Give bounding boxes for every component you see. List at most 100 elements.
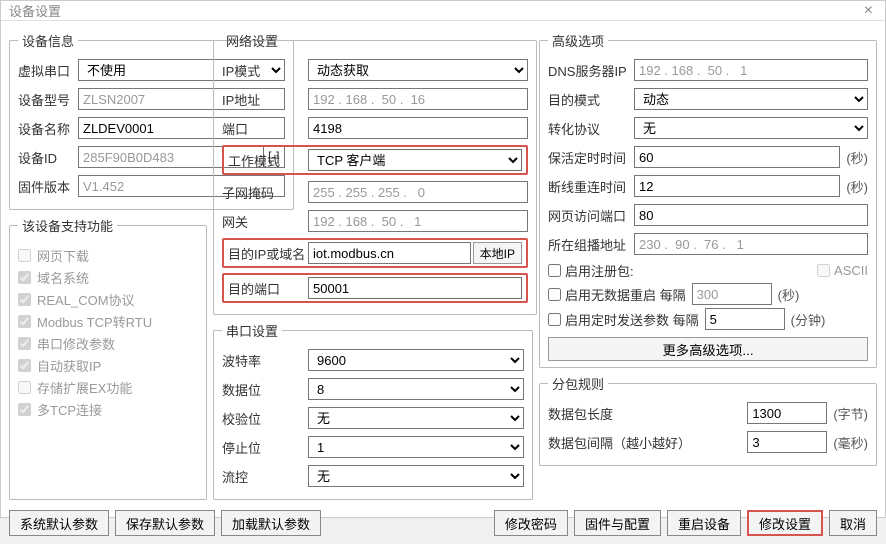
device-id-label: 设备ID: [18, 148, 78, 167]
features-legend: 该设备支持功能: [18, 216, 117, 235]
feature-storage-ex: [18, 381, 31, 394]
device-name-label: 设备名称: [18, 119, 78, 138]
port-label: 端口: [222, 119, 308, 138]
sys-default-button[interactable]: 系统默认参数: [9, 510, 109, 536]
proto-label: 转化协议: [548, 119, 634, 138]
reconnect-field[interactable]: [634, 175, 840, 197]
feature-auto-ip: [18, 359, 31, 372]
baud-label: 波特率: [222, 351, 308, 370]
reg-pkt-checkbox[interactable]: [548, 264, 561, 277]
settings-window: 设备设置 × 设备信息 虚拟串口 不使用 设备型号 设备名称: [0, 0, 886, 518]
work-mode-label: 工作模式: [228, 151, 308, 170]
nodata-label: 启用无数据重启 每隔: [565, 285, 686, 304]
window-title: 设备设置: [9, 1, 61, 20]
ip-addr-label: IP地址: [222, 90, 308, 109]
feature-web-download: [18, 249, 31, 262]
packet-interval-field[interactable]: [747, 431, 827, 453]
timed-label: 启用定时发送参数 每隔: [565, 310, 699, 329]
ascii-checkbox: [817, 264, 830, 277]
packet-legend: 分包规则: [548, 374, 608, 393]
databits-select[interactable]: 8: [308, 378, 524, 400]
bottom-toolbar: 系统默认参数 保存默认参数 加载默认参数 修改密码 固件与配置 重启设备 修改设…: [1, 506, 885, 544]
title-bar: 设备设置 ×: [1, 1, 885, 21]
stopbits-label: 停止位: [222, 438, 308, 457]
gateway-field: [308, 210, 528, 232]
ip-mode-select[interactable]: 动态获取: [308, 59, 528, 81]
keepalive-field[interactable]: [634, 146, 840, 168]
nodata-unit: (秒): [778, 285, 800, 304]
timed-checkbox[interactable]: [548, 313, 561, 326]
more-advanced-button[interactable]: 更多高级选项...: [548, 337, 868, 361]
flow-select[interactable]: 无: [308, 465, 524, 487]
network-group: 网络设置 IP模式 动态获取 IP地址 端口 工作模式 TCP 客户端: [213, 31, 537, 315]
gateway-label: 网关: [222, 212, 308, 231]
serial-legend: 串口设置: [222, 321, 282, 340]
feature-modbus: [18, 315, 31, 328]
dest-ip-field[interactable]: [308, 242, 471, 264]
features-group: 该设备支持功能 网页下载 域名系统 REAL_COM协议 Modbus TCP转…: [9, 216, 207, 500]
timed-unit: (分钟): [791, 310, 826, 329]
reconnect-unit: (秒): [846, 177, 868, 196]
databits-label: 数据位: [222, 380, 308, 399]
firmware-cfg-button[interactable]: 固件与配置: [574, 510, 661, 536]
packet-group: 分包规则 数据包长度 (字节) 数据包间隔（越小越好） (毫秒): [539, 374, 877, 466]
nodata-checkbox[interactable]: [548, 288, 561, 301]
flow-label: 流控: [222, 467, 308, 486]
close-icon[interactable]: ×: [860, 2, 877, 20]
dns-label: DNS服务器IP: [548, 61, 634, 80]
packet-interval-label: 数据包间隔（越小越好）: [548, 433, 747, 452]
network-legend: 网络设置: [222, 31, 282, 50]
work-mode-row: 工作模式 TCP 客户端: [222, 145, 528, 175]
port-field[interactable]: [308, 117, 528, 139]
virtual-serial-label: 虚拟串口: [18, 61, 78, 80]
restart-button[interactable]: 重启设备: [667, 510, 741, 536]
reconnect-label: 断线重连时间: [548, 177, 634, 196]
netmask-label: 子网掩码: [222, 183, 308, 202]
dest-port-field[interactable]: [308, 277, 522, 299]
feature-multi-tcp: [18, 403, 31, 416]
apply-button[interactable]: 修改设置: [747, 510, 823, 536]
ip-addr-field: [308, 88, 528, 110]
advanced-legend: 高级选项: [548, 31, 608, 50]
device-info-legend: 设备信息: [18, 31, 78, 50]
multicast-field: [634, 233, 868, 255]
serial-group: 串口设置 波特率 9600 数据位 8 校验位 无 停止位 1: [213, 321, 533, 500]
keepalive-label: 保活定时时间: [548, 148, 634, 167]
work-mode-select[interactable]: TCP 客户端: [308, 149, 522, 171]
content-area: 设备信息 虚拟串口 不使用 设备型号 设备名称 设备ID [-]: [1, 21, 885, 506]
feature-serial-mod: [18, 337, 31, 350]
dest-ip-row: 目的IP或域名 本地IP: [222, 238, 528, 268]
parity-label: 校验位: [222, 409, 308, 428]
packet-len-field[interactable]: [747, 402, 827, 424]
web-port-label: 网页访问端口: [548, 206, 634, 225]
dest-port-label: 目的端口: [228, 279, 308, 298]
dest-port-row: 目的端口: [222, 273, 528, 303]
feature-dns: [18, 271, 31, 284]
dest-ip-label: 目的IP或域名: [228, 244, 308, 263]
web-port-field[interactable]: [634, 204, 868, 226]
packet-len-unit: (字节): [833, 404, 868, 423]
packet-len-label: 数据包长度: [548, 404, 747, 423]
firmware-label: 固件版本: [18, 177, 78, 196]
baud-select[interactable]: 9600: [308, 349, 524, 371]
local-ip-button[interactable]: 本地IP: [473, 242, 522, 264]
ip-mode-label: IP模式: [222, 61, 308, 80]
dest-mode-select[interactable]: 动态: [634, 88, 868, 110]
multicast-label: 所在组播地址: [548, 235, 634, 254]
parity-select[interactable]: 无: [308, 407, 524, 429]
packet-interval-unit: (毫秒): [833, 433, 868, 452]
load-default-button[interactable]: 加载默认参数: [221, 510, 321, 536]
timed-field[interactable]: [705, 308, 785, 330]
reg-pkt-label: 启用注册包:: [565, 261, 817, 280]
proto-select[interactable]: 无: [634, 117, 868, 139]
keepalive-unit: (秒): [846, 148, 868, 167]
dest-mode-label: 目的模式: [548, 90, 634, 109]
stopbits-select[interactable]: 1: [308, 436, 524, 458]
save-default-button[interactable]: 保存默认参数: [115, 510, 215, 536]
change-pwd-button[interactable]: 修改密码: [494, 510, 568, 536]
dns-field: [634, 59, 868, 81]
feature-real-com: [18, 293, 31, 306]
netmask-field: [308, 181, 528, 203]
model-label: 设备型号: [18, 90, 78, 109]
cancel-button[interactable]: 取消: [829, 510, 877, 536]
